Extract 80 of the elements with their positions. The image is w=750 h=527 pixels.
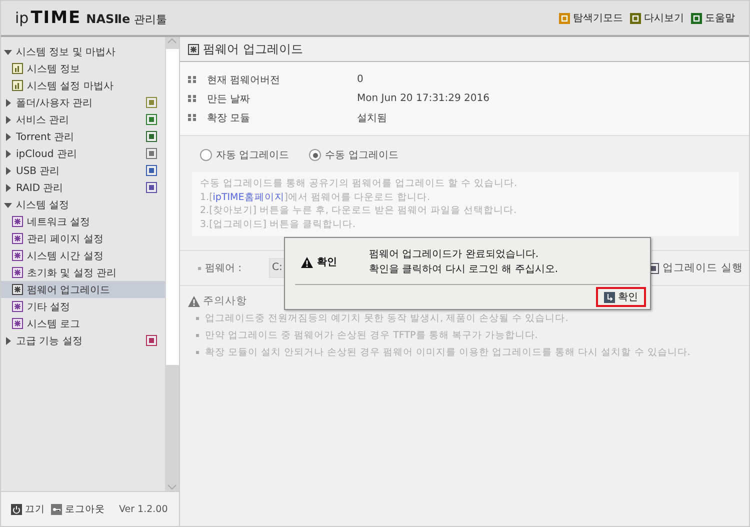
expand-icon[interactable]	[4, 132, 12, 140]
page-title: 펌웨어 업그레이드	[203, 40, 303, 58]
collapse-icon[interactable]	[4, 48, 12, 56]
help-text: 수동 업그레이드를 통해 공유기의 펌웨어를 업그레이드 할 수 있습니다.	[200, 177, 518, 190]
power-off-link[interactable]: 끄기	[25, 502, 45, 516]
upgrade-button[interactable]: 업그레이드 실행	[662, 261, 743, 275]
warning-icon	[301, 256, 313, 268]
gear-icon	[12, 233, 23, 244]
menu-item[interactable]: 초기화 및 설정 관리	[1, 264, 165, 281]
menu-group[interactable]: 폴더/사용자 관리	[16, 96, 142, 110]
menu-group[interactable]: 시스템 설정	[16, 198, 165, 212]
menu-group[interactable]: RAID 관리	[16, 180, 142, 194]
bar-chart-icon	[12, 80, 23, 91]
help-text: 2.[찾아보기] 버튼을 누른 후, 다운로드 받은 펌웨어 파일을 선택합니다.	[200, 204, 518, 218]
menu-item[interactable]: 펌웨어 업그레이드	[1, 281, 165, 298]
caution-title: 주의사항	[203, 294, 247, 308]
menu-item[interactable]: 관리 페이지 설정	[1, 230, 165, 247]
power-icon	[11, 504, 22, 514]
menu-item[interactable]: 기타 설정	[1, 298, 165, 315]
expand-icon[interactable]	[4, 166, 12, 174]
menu-item[interactable]: 네트워크 설정	[1, 213, 165, 230]
bullet-icon	[188, 75, 197, 84]
file-path-field[interactable]: C:	[269, 258, 286, 278]
version-text: Ver 1.2.00	[119, 504, 168, 514]
menu-item[interactable]: 시스템 시간 설정	[1, 247, 165, 264]
caution-text: 확장 모듈이 설치 안되거나 손상된 경우 펌웨어 이미지를 이용한 업그레이드를 통해 다시 설치할 수 있습니다.	[205, 346, 690, 360]
bullet-icon	[188, 94, 197, 103]
warning-icon	[188, 296, 200, 306]
gear-icon	[12, 216, 23, 227]
expand-icon[interactable]	[4, 98, 12, 106]
caution-text: 업그레이드중 전원꺼짐등의 예기치 못한 동작 발생시, 제품이 손상될 수 있습니다.	[205, 312, 568, 326]
expand-icon[interactable]	[4, 184, 12, 192]
gear-icon	[12, 250, 23, 261]
gear-icon	[12, 318, 23, 329]
refresh-icon	[630, 12, 641, 24]
help-icon	[691, 12, 702, 24]
bullet-icon	[188, 113, 197, 122]
firmware-label: 펌웨어 :	[205, 262, 243, 275]
gear-icon	[12, 301, 23, 312]
dialog-message: 확인을 클릭하여 다시 로그인 해 주십시오.	[369, 263, 558, 277]
menu-group[interactable]: USB 관리	[16, 164, 142, 178]
gear-icon	[188, 44, 199, 54]
explorer-icon	[559, 12, 570, 24]
logo: ipTIME NASⅡe 관리툴	[15, 8, 168, 28]
info-value: Mon Jun 20 17:31:29 2016	[357, 93, 490, 104]
dialog-message: 펌웨어 업그레이드가 완료되었습니다.	[369, 248, 540, 262]
menu-group[interactable]: Torrent 관리	[16, 130, 142, 144]
key-icon	[51, 504, 62, 514]
menu-item[interactable]: 시스템 로그	[1, 315, 165, 332]
header-link[interactable]: 탐색기모드	[573, 11, 623, 25]
header-link[interactable]: 도움말	[705, 11, 735, 25]
menu-group[interactable]: 서비스 관리	[16, 112, 142, 126]
info-label: 만든 날짜	[207, 92, 252, 106]
expand-icon[interactable]	[4, 116, 12, 124]
expand-icon[interactable]	[4, 150, 12, 158]
menu-group[interactable]: 시스템 정보 및 마법사	[16, 44, 165, 58]
info-label: 확장 모듈	[207, 112, 252, 124]
header-link[interactable]: 다시보기	[644, 11, 684, 25]
menu-item[interactable]: 시스템 설정 마법사	[1, 77, 165, 94]
help-text: 3.[업그레이드] 버튼을 클릭합니다.	[200, 218, 357, 231]
logout-link[interactable]: 로그아웃	[65, 502, 105, 516]
expand-icon[interactable]	[4, 336, 12, 344]
caution-text: 만약 업그레이드 중 펌웨어가 손상된 경우 TFTP를 통해 복구가 가능합니다.	[205, 329, 538, 343]
homepage-link[interactable]: ipTIME홈페이지	[212, 192, 284, 202]
collapse-icon[interactable]	[4, 200, 12, 208]
enter-icon	[604, 292, 615, 302]
menu-group[interactable]: 고급 기능 설정	[16, 334, 142, 348]
info-label: 현재 펌웨어버전	[207, 74, 282, 86]
bar-chart-icon	[12, 63, 23, 74]
info-value: 0	[357, 74, 364, 85]
menu-item[interactable]: 시스템 정보	[1, 60, 165, 77]
menu-group[interactable]: ipCloud 관리	[16, 146, 142, 160]
radio-option[interactable]: 수동 업그레이드	[309, 148, 398, 162]
gear-icon	[12, 267, 23, 278]
help-text: 1.[ipTIME홈페이지]에서 펌웨어를 다운로드 합니다.	[200, 190, 432, 204]
gear-icon	[12, 284, 23, 295]
confirm-button[interactable]: 확인	[596, 287, 646, 307]
dialog-title: 확인	[317, 256, 337, 269]
radio-option[interactable]: 자동 업그레이드	[200, 148, 290, 162]
info-value: 설치됨	[357, 112, 387, 124]
